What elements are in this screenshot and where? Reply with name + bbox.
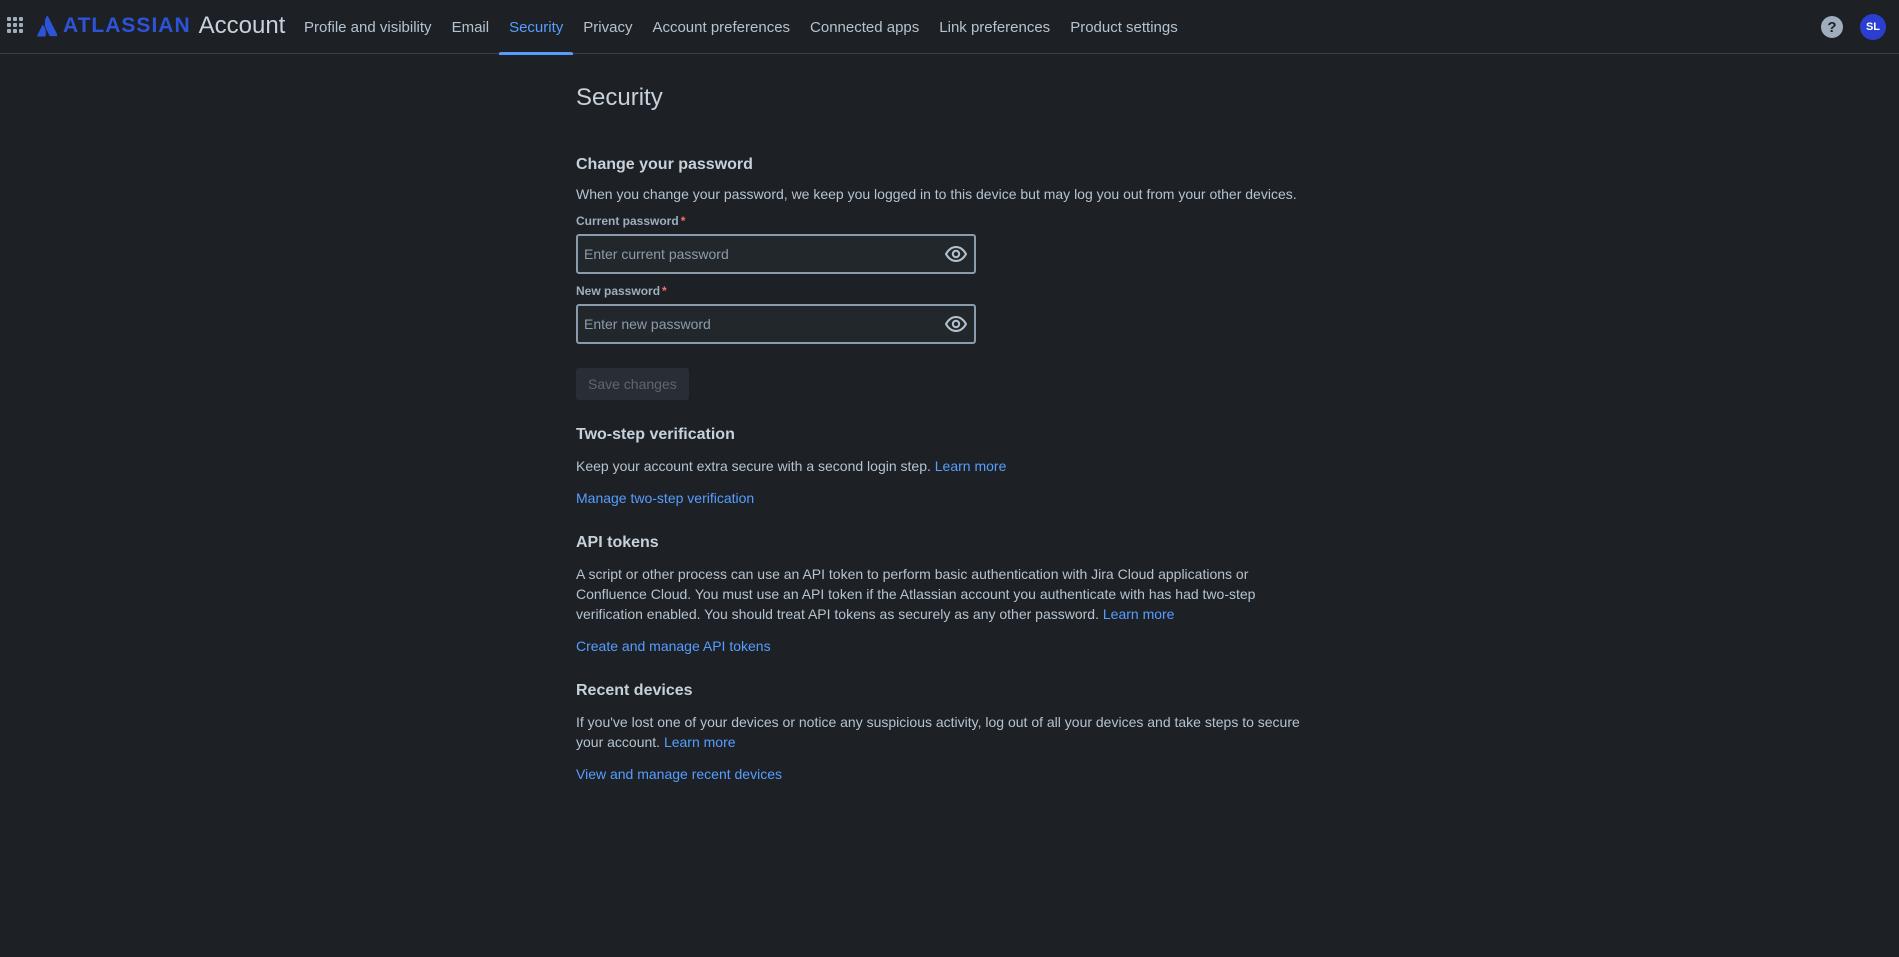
required-mark: *: [680, 214, 686, 228]
api-tokens-description: A script or other process can use an API…: [576, 564, 1316, 624]
save-changes-button[interactable]: Save changes: [576, 368, 689, 400]
logo-product-name: Account: [198, 12, 286, 39]
tab-link-preferences[interactable]: Link preferences: [929, 0, 1060, 54]
manage-api-tokens-link[interactable]: Create and manage API tokens: [576, 638, 771, 654]
new-password-field-wrapper: [576, 304, 976, 344]
tab-connected-apps[interactable]: Connected apps: [800, 0, 929, 54]
two-step-verification-section: Two-step verification Keep your account …: [576, 424, 1316, 508]
show-password-eye-icon[interactable]: [944, 313, 968, 335]
required-mark: *: [662, 284, 667, 298]
new-password-label: New password *: [576, 282, 1316, 300]
manage-recent-devices-link[interactable]: View and manage recent devices: [576, 766, 782, 782]
current-password-field-wrapper: [576, 234, 976, 274]
new-password-label-text: New password: [576, 284, 661, 298]
help-icon[interactable]: ?: [1821, 16, 1843, 38]
logo-wordmark: ATLASSIAN: [63, 14, 191, 37]
current-password-label: Current password *: [576, 212, 1316, 230]
atlassian-account-logo[interactable]: ATLASSIAN Account: [37, 11, 285, 41]
two-step-title: Two-step verification: [576, 426, 735, 443]
api-tokens-learn-more-link[interactable]: Learn more: [1103, 606, 1175, 622]
show-password-eye-icon[interactable]: [944, 243, 968, 265]
recent-devices-section: Recent devices If you've lost one of you…: [576, 680, 1316, 784]
two-step-description-text: Keep your account extra secure with a se…: [576, 458, 931, 474]
top-navigation: ATLASSIAN Account Profile and visibility…: [0, 0, 1899, 55]
change-password-description: When you change your password, we keep y…: [576, 186, 1297, 202]
page-title: Security: [576, 84, 663, 111]
app-switcher-icon[interactable]: [7, 17, 25, 35]
two-step-learn-more-link[interactable]: Learn more: [935, 458, 1007, 474]
recent-devices-learn-more-link[interactable]: Learn more: [664, 734, 736, 750]
api-tokens-section: API tokens A script or other process can…: [576, 532, 1316, 656]
nav-tabs: Profile and visibility Email Security Pr…: [294, 0, 1188, 55]
tab-product-settings[interactable]: Product settings: [1060, 0, 1188, 54]
tab-profile-and-visibility[interactable]: Profile and visibility: [294, 0, 442, 54]
recent-devices-title: Recent devices: [576, 682, 693, 699]
change-password-section: Change your password When you change you…: [576, 154, 1316, 400]
new-password-input[interactable]: [578, 306, 974, 342]
tab-privacy[interactable]: Privacy: [573, 0, 642, 54]
manage-two-step-link[interactable]: Manage two-step verification: [576, 490, 754, 506]
avatar[interactable]: SL: [1860, 14, 1886, 40]
atlassian-logo-icon: [37, 15, 57, 37]
recent-devices-description: If you've lost one of your devices or no…: [576, 712, 1316, 752]
tab-email[interactable]: Email: [442, 0, 500, 54]
current-password-label-text: Current password: [576, 214, 679, 228]
change-password-title: Change your password: [576, 156, 753, 173]
tab-account-preferences[interactable]: Account preferences: [642, 0, 800, 54]
security-page: Security Change your password When you c…: [576, 54, 1316, 784]
two-step-description: Keep your account extra secure with a se…: [576, 456, 1316, 476]
tab-security[interactable]: Security: [499, 0, 574, 55]
api-tokens-title: API tokens: [576, 534, 659, 551]
current-password-input[interactable]: [578, 236, 974, 272]
